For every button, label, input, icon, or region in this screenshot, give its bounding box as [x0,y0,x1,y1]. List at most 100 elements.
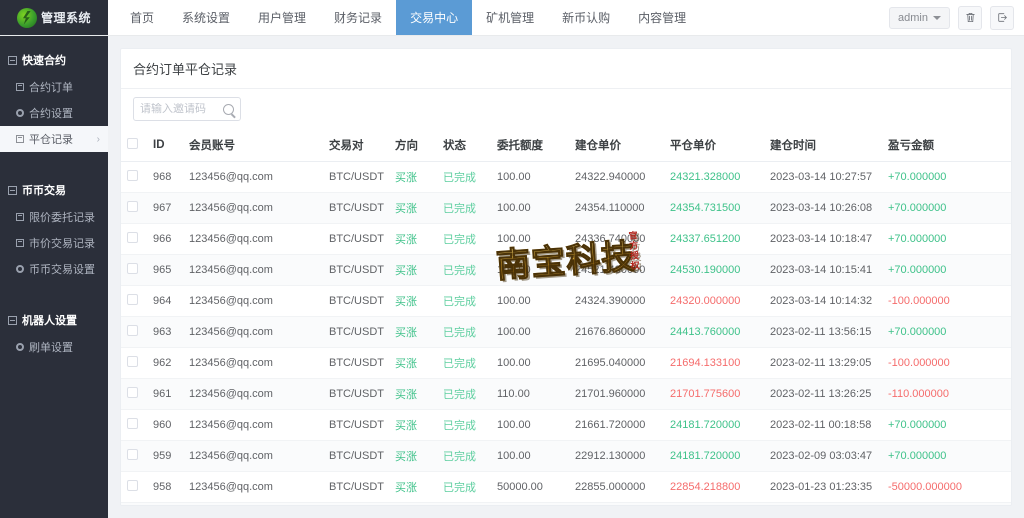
cell-pnl: -100.000000 [882,285,1011,317]
col-header-pnl[interactable]: 盈亏金额 [882,129,1011,162]
row-checkbox[interactable] [127,263,138,274]
search-icon[interactable] [223,103,234,115]
cell-open-time: 2022-07-04 16:26:39 [764,502,882,505]
nav-item-miner-management[interactable]: 矿机管理 [472,0,548,35]
cell-id: 959 [147,440,183,472]
sidebar-item-limit-orders[interactable]: 限价委托记录 [0,204,108,230]
table-container: ID 会员账号 交易对 方向 状态 委托额度 建仓单价 平仓单价 建仓时间 盈亏… [121,129,1011,505]
table-row[interactable]: 962 123456@qq.com BTC/USDT 买涨 已完成 100.00 21695… [121,347,1011,379]
table-body: 968 123456@qq.com BTC/USDT 买涨 已完成 100.00 24322… [121,161,1011,505]
table-row[interactable]: 963 123456@qq.com BTC/USDT 买涨 已完成 100.00 21676… [121,316,1011,348]
records-table: ID 会员账号 交易对 方向 状态 委托额度 建仓单价 平仓单价 建仓时间 盈亏… [121,129,1011,505]
cell-direction: 买涨 [389,316,437,348]
nav-item-content-management[interactable]: 内容管理 [624,0,700,35]
search-input[interactable] [140,103,219,115]
cell-open-time: 2023-03-14 10:27:57 [764,161,882,193]
nav-item-financial-records[interactable]: 财务记录 [320,0,396,35]
row-checkbox[interactable] [127,387,138,398]
col-header-status[interactable]: 状态 [437,129,491,162]
table-row[interactable]: 968 123456@qq.com BTC/USDT 买涨 已完成 100.00 24322… [121,161,1011,193]
nav-item-new-coin-subscription[interactable]: 新币认购 [548,0,624,35]
nav-item-home[interactable]: 首页 [116,0,168,35]
sidebar-group-title-coin-trading[interactable]: 币币交易 [0,174,108,204]
col-header-pair[interactable]: 交易对 [323,129,389,162]
table-row[interactable]: 957heima@gmail.comBTC/USDT买涨已完成1000.0019… [121,502,1011,505]
cell-amount: 100.00 [491,440,569,472]
cell-open-time: 2023-03-14 10:26:08 [764,192,882,224]
col-header-open-time[interactable]: 建仓时间 [764,129,882,162]
row-checkbox[interactable] [127,480,138,491]
row-select-cell [121,471,147,503]
sidebar-group-title-fast-contract[interactable]: 快速合约 [0,44,108,74]
logout-icon[interactable] [990,5,1014,30]
col-header-open-price[interactable]: 建仓单价 [569,129,664,162]
table-row[interactable]: 960 123456@qq.com BTC/USDT 买涨 已完成 100.00 21661… [121,409,1011,441]
table-row[interactable]: 966 123456@qq.com BTC/USDT 买涨 已完成 100.00 24336… [121,223,1011,255]
cell-account: 123456@qq.com [183,347,323,379]
cell-close-price: 24320.000000 [664,285,764,317]
row-select-cell [121,223,147,255]
col-header-close-price[interactable]: 平仓单价 [664,129,764,162]
col-header-amount[interactable]: 委托额度 [491,129,569,162]
top-nav: 首页 系统设置 用户管理 财务记录 交易中心 矿机管理 新币认购 内容管理 [108,0,889,35]
cell-pair: BTC/USDT [323,502,389,505]
row-checkbox[interactable] [127,232,138,243]
list-icon [16,83,24,91]
cell-status: 已完成 [437,378,491,410]
sidebar-item-contract-orders[interactable]: 合约订单 [0,74,108,100]
nav-item-system-settings[interactable]: 系统设置 [168,0,244,35]
sidebar-item-market-orders[interactable]: 市价交易记录 [0,230,108,256]
col-header-account[interactable]: 会员账号 [183,129,323,162]
search-box[interactable] [133,97,241,121]
app-root: 管理系统 首页 系统设置 用户管理 财务记录 交易中心 矿机管理 新币认购 内容… [0,0,1024,518]
brand[interactable]: 管理系统 [0,0,108,35]
cell-open-price: 24354.110000 [569,192,664,224]
cell-pair: BTC/USDT [323,347,389,379]
chevron-down-icon [933,15,941,20]
cell-amount: 50000.00 [491,471,569,503]
sidebar-item-contract-settings[interactable]: 合约设置 [0,100,108,126]
row-checkbox[interactable] [127,170,138,181]
table-row[interactable]: 967 123456@qq.com BTC/USDT 买涨 已完成 100.00 24354… [121,192,1011,224]
row-checkbox[interactable] [127,325,138,336]
cell-pnl: +70.000000 [882,316,1011,348]
cell-account: 123456@qq.com [183,161,323,193]
cell-id: 960 [147,409,183,441]
row-select-cell [121,502,147,505]
row-checkbox[interactable] [127,356,138,367]
sidebar-group-title-robot-settings[interactable]: 机器人设置 [0,304,108,334]
row-checkbox[interactable] [127,449,138,460]
col-header-direction[interactable]: 方向 [389,129,437,162]
toolbar [121,89,1011,129]
col-header-id[interactable]: ID [147,129,183,162]
trash-icon[interactable] [958,5,982,30]
cell-account: 123456@qq.com [183,316,323,348]
cell-pnl: +70.000000 [882,254,1011,286]
table-row[interactable]: 958 123456@qq.com BTC/USDT 买涨 已完成 50000.00 228… [121,471,1011,503]
nav-item-user-management[interactable]: 用户管理 [244,0,320,35]
table-row[interactable]: 959 123456@qq.com BTC/USDT 买涨 已完成 100.00 22912… [121,440,1011,472]
sidebar-item-label: 市价交易记录 [29,238,95,250]
cell-open-time: 2023-02-09 03:03:47 [764,440,882,472]
table-header: ID 会员账号 交易对 方向 状态 委托额度 建仓单价 平仓单价 建仓时间 盈亏… [121,129,1011,162]
nav-item-trading-center[interactable]: 交易中心 [396,0,473,35]
row-select-cell [121,254,147,286]
sidebar-item-close-records[interactable]: 平仓记录 › [0,126,108,152]
select-all-checkbox[interactable] [127,138,138,149]
list-icon [16,239,24,247]
cell-id: 957 [147,502,183,505]
sidebar-item-wash-trading-settings[interactable]: 刷单设置 [0,334,108,360]
sidebar-item-label: 合约订单 [29,82,73,94]
cell-direction: 买涨 [389,254,437,286]
row-checkbox[interactable] [127,294,138,305]
sidebar-item-coin-trading-settings[interactable]: 币币交易设置 [0,256,108,282]
user-menu[interactable]: admin [889,6,950,29]
row-checkbox[interactable] [127,201,138,212]
cell-account: 123456@qq.com [183,471,323,503]
table-row[interactable]: 961 123456@qq.com BTC/USDT 买涨 已完成 110.00 21701… [121,378,1011,410]
table-row[interactable]: 965 123456@qq.com BTC/USDT 买涨 已完成 100.00 24521… [121,254,1011,286]
row-checkbox[interactable] [127,418,138,429]
table-row[interactable]: 964 123456@qq.com BTC/USDT 买涨 已完成 100.00 24324… [121,285,1011,317]
